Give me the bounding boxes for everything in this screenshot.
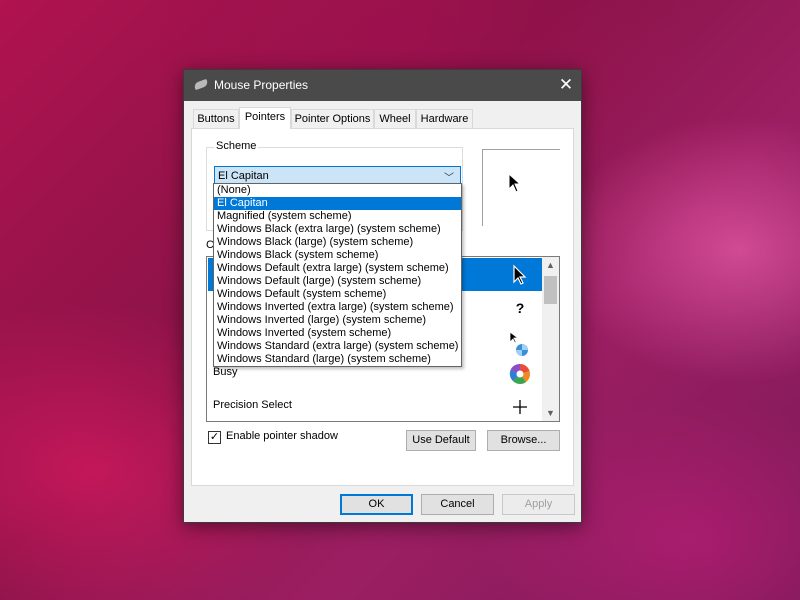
scheme-option[interactable]: Windows Standard (large) (system scheme) [214, 353, 461, 366]
title-bar[interactable]: Mouse Properties ✕ [184, 70, 581, 101]
working-in-background-cursor-icon [509, 331, 528, 356]
list-item-label: Busy [213, 366, 238, 378]
scheme-option[interactable]: (None) [214, 184, 461, 197]
browse-button[interactable]: Browse... [487, 430, 560, 451]
scroll-down-arrow-icon[interactable]: ▼ [542, 405, 559, 421]
window-title: Mouse Properties [214, 78, 309, 92]
list-item[interactable]: Precision Select [208, 390, 543, 421]
close-button[interactable]: ✕ [551, 70, 581, 101]
ok-button[interactable]: OK [340, 494, 413, 515]
scheme-option[interactable]: Windows Standard (extra large) (system s… [214, 340, 461, 353]
scheme-option[interactable]: Windows Black (large) (system scheme) [214, 236, 461, 249]
scheme-option[interactable]: Windows Inverted (system scheme) [214, 327, 461, 340]
cancel-button[interactable]: Cancel [421, 494, 494, 515]
scroll-up-arrow-icon[interactable]: ▲ [542, 257, 559, 273]
tab-wheel[interactable]: Wheel [374, 109, 416, 128]
list-scrollbar[interactable]: ▲ ▼ [542, 257, 559, 421]
scheme-option[interactable]: Windows Black (extra large) (system sche… [214, 223, 461, 236]
mouse-icon [193, 78, 209, 91]
scheme-dropdown-list[interactable]: (None) El Capitan Magnified (system sche… [213, 183, 462, 367]
use-default-button[interactable]: Use Default [406, 430, 476, 451]
arrow-cursor-icon [508, 173, 522, 193]
pointer-shadow-checkbox[interactable]: ✓ [208, 431, 221, 444]
help-cursor-icon: ? [515, 300, 525, 316]
scheme-selected-value: El Capitan [218, 170, 269, 182]
pointer-shadow-label: Enable pointer shadow [226, 430, 338, 442]
scheme-option[interactable]: Magnified (system scheme) [214, 210, 461, 223]
scheme-option[interactable]: Windows Black (system scheme) [214, 249, 461, 262]
scheme-option-selected[interactable]: El Capitan [214, 197, 461, 210]
tab-hardware[interactable]: Hardware [416, 109, 473, 128]
cursor-preview [482, 149, 560, 226]
apply-button[interactable]: Apply [502, 494, 575, 515]
scroll-thumb[interactable] [544, 276, 557, 304]
chevron-down-icon: ﹀ [444, 173, 454, 184]
busy-cursor-icon [509, 363, 530, 384]
scheme-option[interactable]: Windows Default (extra large) (system sc… [214, 262, 461, 275]
tab-pointer-options[interactable]: Pointer Options [291, 109, 374, 128]
list-item-label: Precision Select [213, 399, 292, 411]
scheme-label: Scheme [214, 140, 259, 152]
scheme-option[interactable]: Windows Default (large) (system scheme) [214, 275, 461, 288]
crosshair-cursor-icon [513, 400, 527, 414]
scheme-option[interactable]: Windows Inverted (large) (system scheme) [214, 314, 461, 327]
arrow-cursor-icon [513, 264, 527, 285]
scheme-option[interactable]: Windows Inverted (extra large) (system s… [214, 301, 461, 314]
tab-pointers[interactable]: Pointers [239, 107, 291, 129]
scheme-option[interactable]: Windows Default (system scheme) [214, 288, 461, 301]
tab-buttons[interactable]: Buttons [193, 109, 239, 128]
